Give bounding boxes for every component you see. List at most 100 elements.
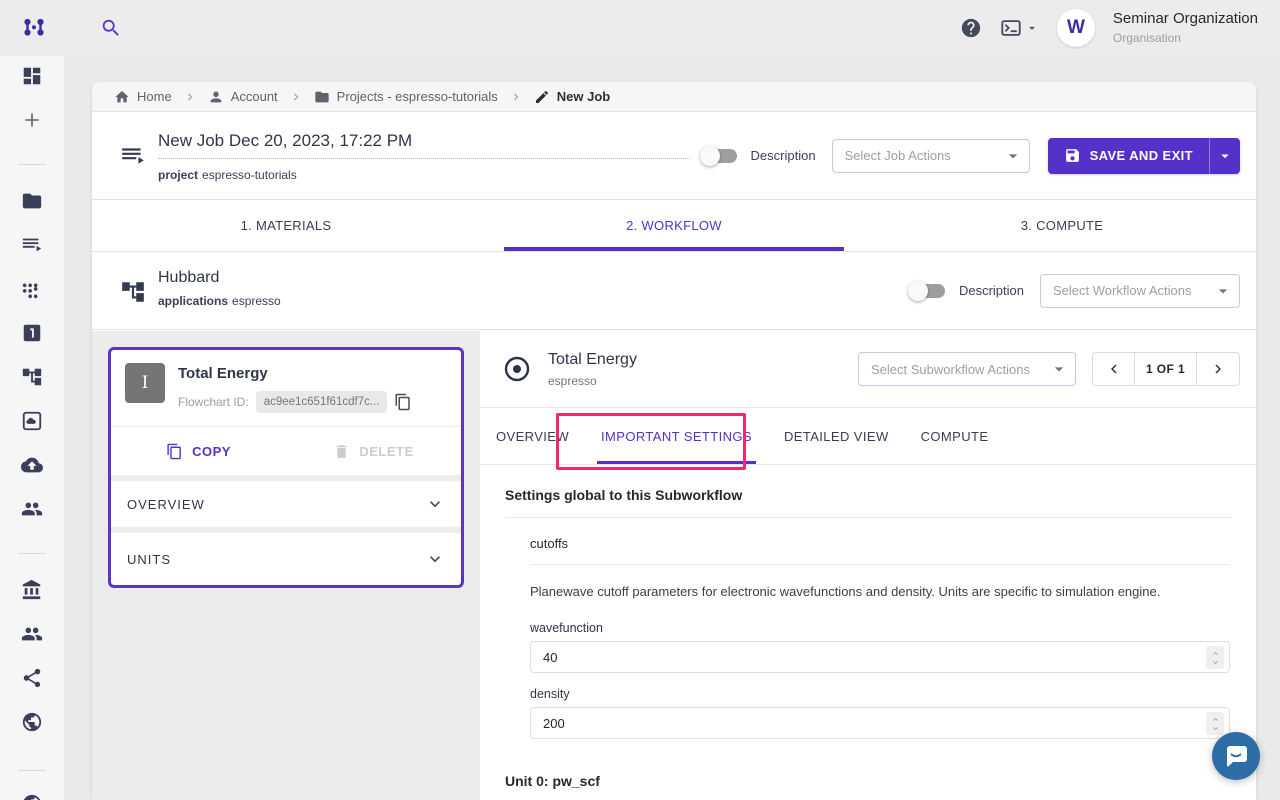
copy-icon xyxy=(166,443,183,460)
chevron-right-icon xyxy=(1209,360,1227,378)
tab-compute[interactable]: 3. COMPUTE xyxy=(868,200,1256,251)
job-description-label: Description xyxy=(751,148,816,163)
tab-workflow[interactable]: 2. WORKFLOW xyxy=(480,200,868,251)
institution-icon[interactable] xyxy=(21,579,43,601)
job-title[interactable]: New Job Dec 20, 2023, 17:22 PM xyxy=(158,131,690,159)
job-header: New Job Dec 20, 2023, 17:22 PM projectes… xyxy=(92,112,1256,200)
overview-accordion[interactable]: OVERVIEW xyxy=(111,481,461,533)
workflow-actions-area: Description Select Workflow Actions xyxy=(911,252,1240,329)
subworkflow-header: Total Energy espresso Select Subworkflow… xyxy=(480,331,1256,408)
dashboard-icon[interactable] xyxy=(21,65,43,87)
tab-important-settings[interactable]: IMPORTANT SETTINGS xyxy=(601,408,752,464)
copy-unit-button[interactable]: COPY xyxy=(111,443,286,460)
save-options-caret-button[interactable] xyxy=(1210,138,1240,174)
units-accordion[interactable]: UNITS xyxy=(111,533,461,585)
subworkflow-actions-select[interactable]: Select Subworkflow Actions xyxy=(858,352,1076,386)
sidebar-divider xyxy=(18,164,46,165)
chat-launcher-button[interactable] xyxy=(1211,731,1261,781)
breadcrumb-account[interactable]: Account xyxy=(208,89,278,105)
density-input[interactable] xyxy=(531,708,1229,738)
chevron-down-icon xyxy=(425,549,445,569)
pager-label: 1 OF 1 xyxy=(1135,353,1197,385)
tab-overview[interactable]: OVERVIEW xyxy=(496,408,569,464)
home-icon xyxy=(114,89,130,105)
person-icon xyxy=(208,89,224,105)
globe-partial-icon[interactable] xyxy=(21,793,43,800)
workflows-tree-icon[interactable] xyxy=(21,366,43,388)
team-icon[interactable] xyxy=(21,498,43,520)
unit-badge: I xyxy=(125,363,165,403)
flowchart-id-row: Flowchart ID: ac9ee1c651f61cdf7c... xyxy=(178,391,447,413)
search-icon[interactable] xyxy=(100,17,122,39)
folder-icon xyxy=(314,89,330,105)
breadcrumb-projects[interactable]: Projects - espresso-tutorials xyxy=(314,89,498,105)
chevron-up-icon xyxy=(1210,649,1221,658)
breadcrumb-separator-icon xyxy=(289,90,303,104)
sidebar-divider xyxy=(18,553,46,554)
workflow-header: Hubbard applicationsespresso Description… xyxy=(92,252,1256,330)
tab-materials[interactable]: 1. MATERIALS xyxy=(92,200,480,251)
tab-detailed-view[interactable]: DETAILED VIEW xyxy=(784,408,889,464)
globe-icon[interactable] xyxy=(21,711,43,733)
bank-one-icon[interactable] xyxy=(21,322,43,344)
caret-down-icon xyxy=(1213,281,1233,301)
chat-bubble-icon xyxy=(1211,731,1261,781)
pager-prev-button[interactable] xyxy=(1093,353,1135,385)
subworkflow-settings: Settings global to this Subworkflow cuto… xyxy=(480,487,1256,789)
toggle-knob xyxy=(700,146,720,166)
settings-heading: Settings global to this Subworkflow xyxy=(505,487,1232,518)
pager-next-button[interactable] xyxy=(1197,353,1239,385)
save-and-exit-split-button: SAVE AND EXIT xyxy=(1048,138,1240,174)
folder-icon[interactable] xyxy=(21,190,43,212)
chevron-left-icon xyxy=(1105,360,1123,378)
add-icon[interactable] xyxy=(21,109,43,131)
share-icon[interactable] xyxy=(21,667,43,689)
jobs-list-icon[interactable] xyxy=(21,234,43,256)
job-icon xyxy=(120,143,146,169)
wavefunction-label: wavefunction xyxy=(530,621,1230,635)
job-title-block: New Job Dec 20, 2023, 17:22 PM projectes… xyxy=(158,131,690,182)
workflow-description-toggle[interactable] xyxy=(911,284,945,298)
app-logo-icon[interactable] xyxy=(20,14,48,42)
settings-group-description: Planewave cutoff parameters for electron… xyxy=(530,584,1230,599)
breadcrumb-new-job[interactable]: New Job xyxy=(534,89,610,105)
people-icon[interactable] xyxy=(21,623,43,645)
job-actions-select[interactable]: Select Job Actions xyxy=(832,139,1030,173)
account-menu[interactable]: Seminar Organization Organisation xyxy=(1113,10,1258,46)
chevron-down-icon xyxy=(1025,21,1039,35)
unit-title: Total Energy xyxy=(178,365,447,382)
settings-group-name: cutoffs xyxy=(530,536,1230,565)
main-panel: Home Account Projects - espresso-tutoria… xyxy=(92,82,1256,800)
caret-down-icon xyxy=(1049,359,1069,379)
flowchart-id-label: Flowchart ID: xyxy=(178,395,249,409)
wavefunction-input[interactable] xyxy=(531,642,1229,672)
chevron-down-icon xyxy=(1210,658,1221,667)
console-menu-button[interactable] xyxy=(1000,17,1039,39)
subworkflow-title: Total Energy xyxy=(548,351,858,369)
cloud-upload-icon[interactable] xyxy=(21,454,43,476)
save-and-exit-button[interactable]: SAVE AND EXIT xyxy=(1048,138,1209,174)
help-icon[interactable] xyxy=(960,17,982,39)
breadcrumb-home[interactable]: Home xyxy=(114,89,172,105)
flowchart-id-value: ac9ee1c651f61cdf7c... xyxy=(256,391,388,413)
wavefunction-stepper[interactable] xyxy=(1206,646,1224,669)
unit-card-actions: COPY DELETE xyxy=(111,427,461,481)
workflow-title: Hubbard xyxy=(158,269,281,287)
workflow-description-label: Description xyxy=(959,283,1024,298)
avatar[interactable]: W xyxy=(1057,9,1095,47)
unit-list-panel: I Total Energy Flowchart ID: ac9ee1c651f… xyxy=(92,331,480,800)
media-icon[interactable] xyxy=(21,410,43,432)
job-description-toggle[interactable] xyxy=(703,149,737,163)
tab-compute[interactable]: COMPUTE xyxy=(921,408,989,464)
wavefunction-field xyxy=(530,641,1230,673)
delete-unit-button[interactable]: DELETE xyxy=(286,443,461,460)
save-icon xyxy=(1064,147,1081,164)
app-screen: W Seminar Organization Organisation xyxy=(0,0,1280,800)
workflow-actions-select[interactable]: Select Workflow Actions xyxy=(1040,274,1240,308)
breadcrumb-separator-icon xyxy=(183,90,197,104)
job-actions-area: Description Select Job Actions SAVE AND … xyxy=(703,112,1240,199)
materials-dots-icon[interactable] xyxy=(21,278,43,300)
selected-unit-card[interactable]: I Total Energy Flowchart ID: ac9ee1c651f… xyxy=(108,347,464,588)
copy-id-icon[interactable] xyxy=(394,393,412,411)
console-icon xyxy=(1000,17,1022,39)
